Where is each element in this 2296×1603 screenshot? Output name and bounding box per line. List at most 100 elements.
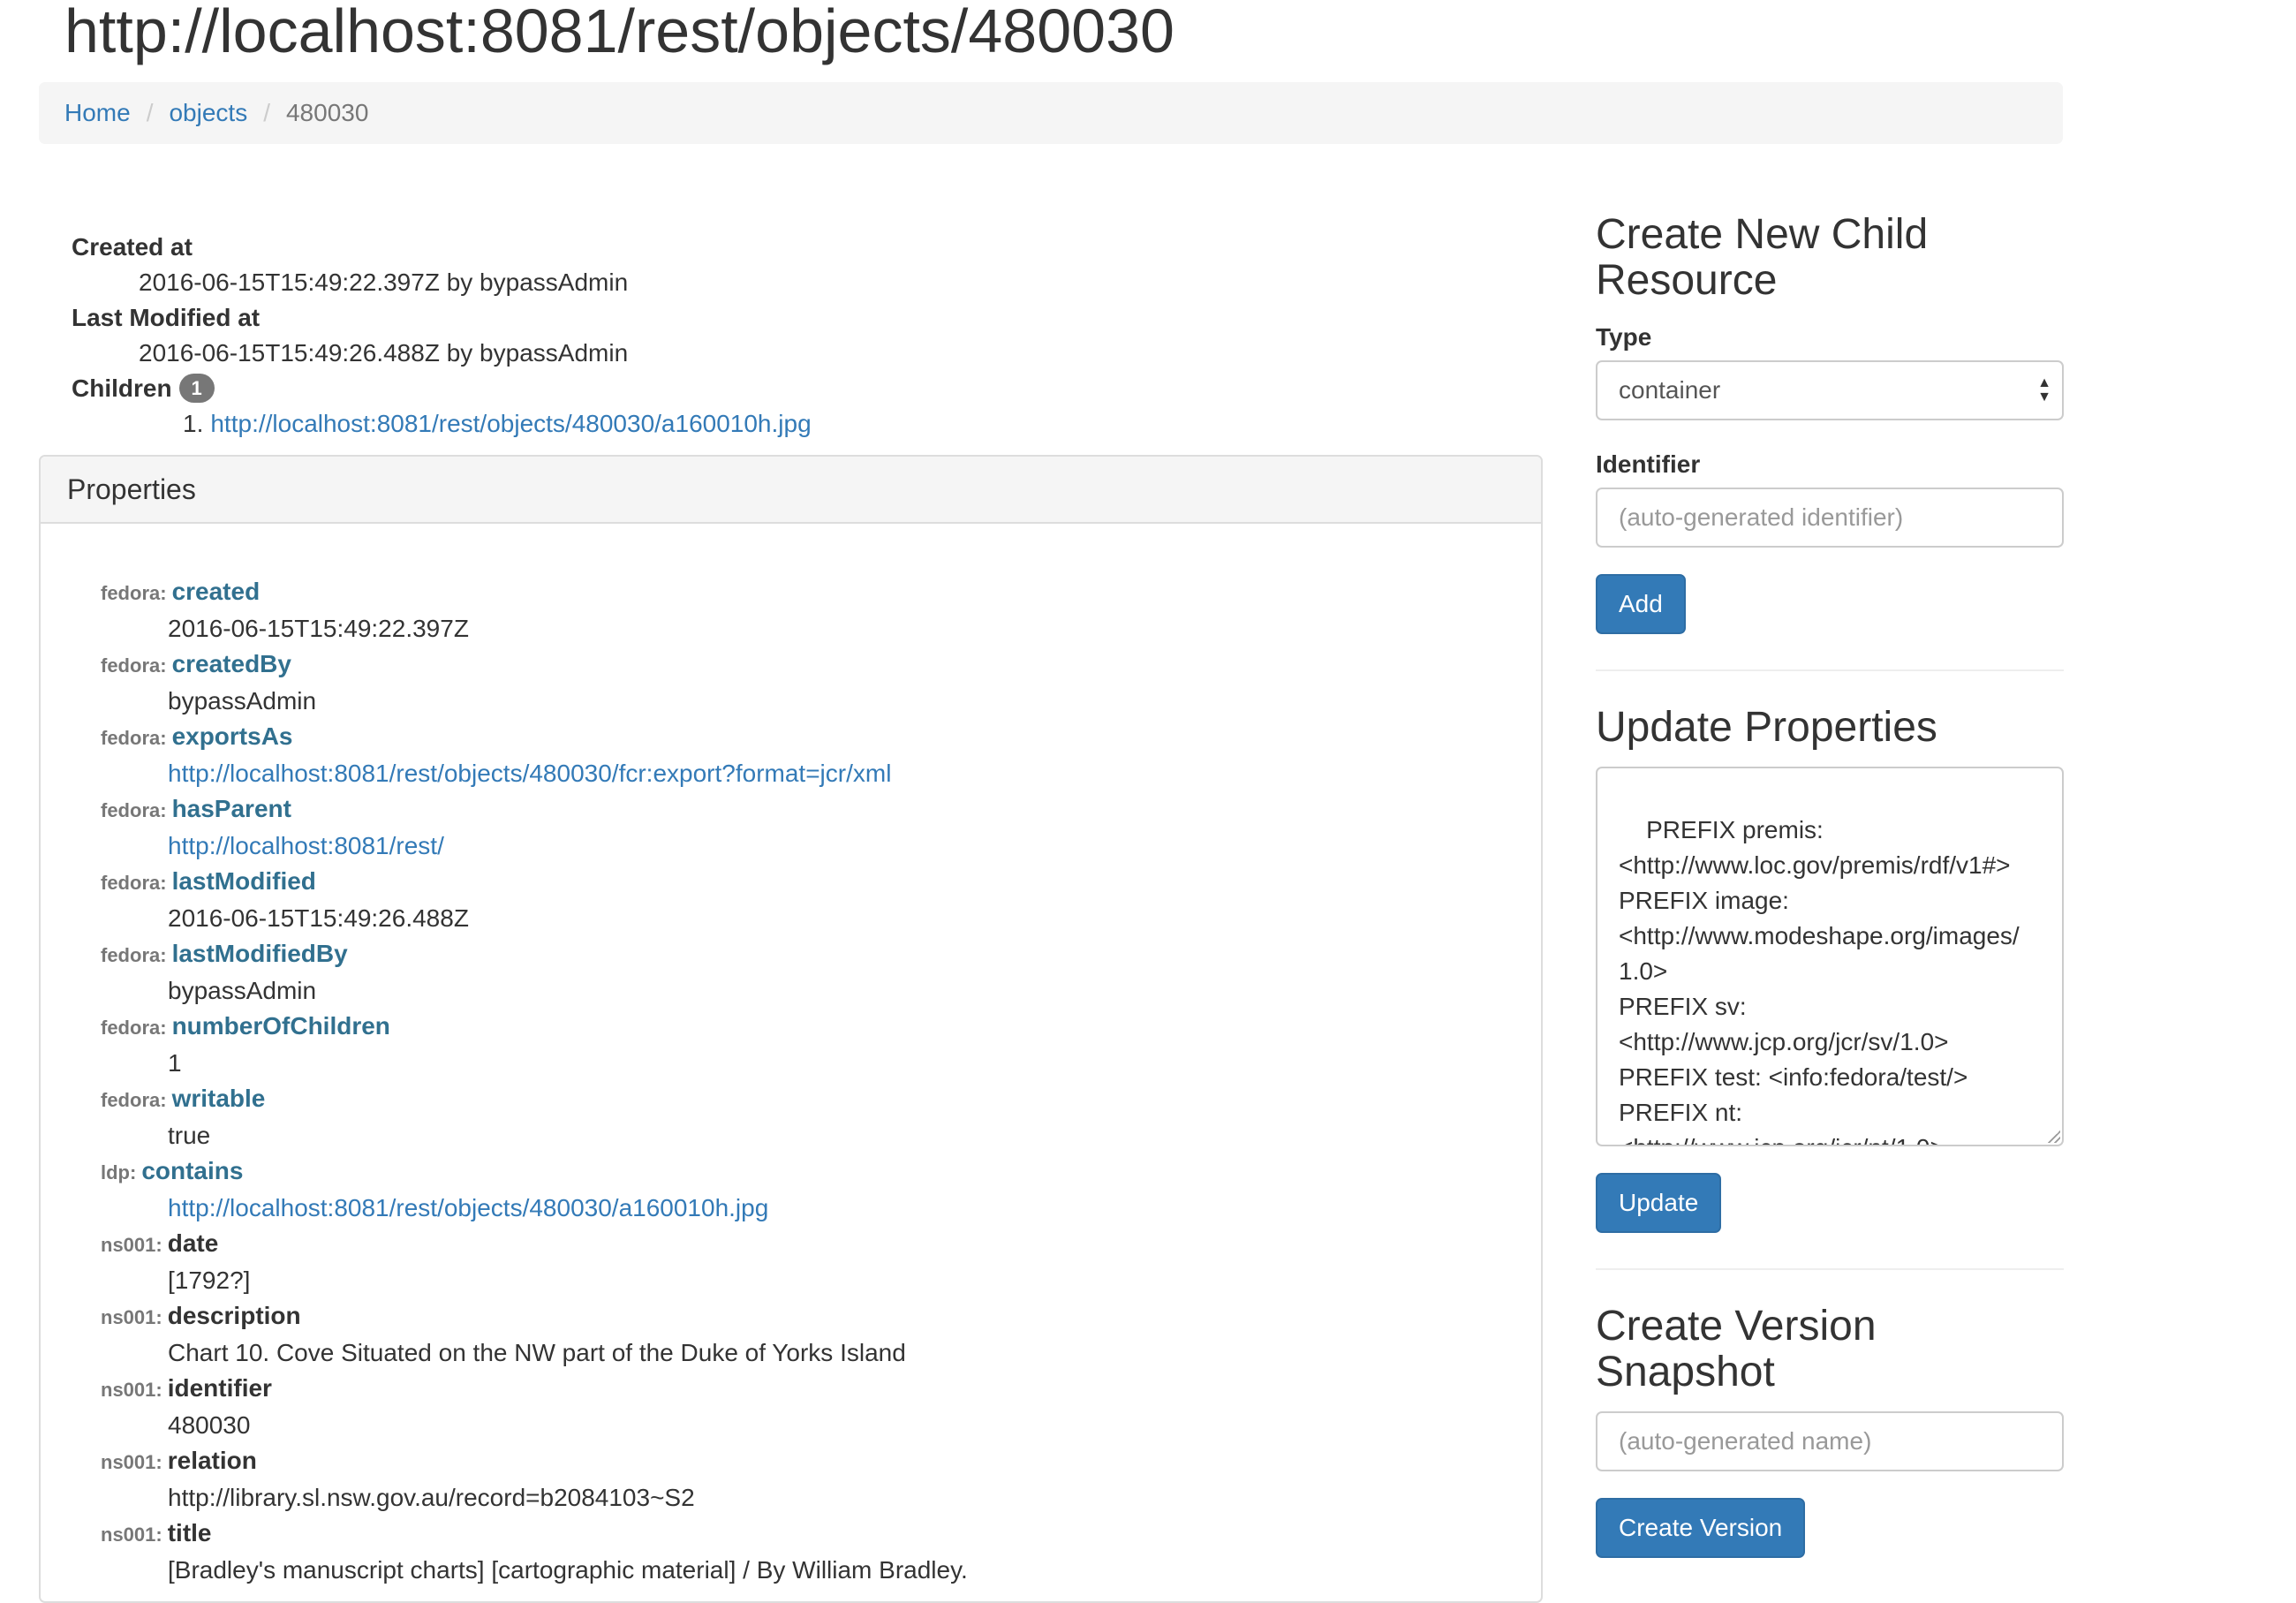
type-select-value: container [1619,376,1721,404]
property-value-row: bypassAdmin [168,684,968,719]
page-title: http://localhost:8081/rest/objects/48003… [64,0,1174,65]
property-name: description [167,1302,301,1329]
property-value-row: http://localhost:8081/rest/objects/48003… [168,756,968,791]
property-value[interactable]: http://localhost:8081/rest/ [168,832,444,859]
identifier-label: Identifier [1596,450,1701,478]
children-label: Children [72,374,172,402]
property-name-row: ns001: title [101,1516,968,1553]
property-value-row: bypassAdmin [168,973,968,1009]
property-name-row: fedora: lastModified [101,864,968,901]
property-name-row: fedora: createdBy [101,646,968,684]
property-name[interactable]: lastModified [172,867,316,895]
property-prefix: fedora: [101,1089,167,1111]
update-properties-heading: Update Properties [1596,704,1937,751]
property-prefix: fedora: [101,727,167,749]
property-prefix: ns001: [101,1234,162,1256]
property-name[interactable]: numberOfChildren [172,1012,390,1040]
property-name-row: ldp: contains [101,1153,968,1191]
property-name-row: ns001: relation [101,1443,968,1480]
modified-label: Last Modified at [72,304,261,331]
property-prefix: fedora: [101,799,167,821]
child-link[interactable]: http://localhost:8081/rest/objects/48003… [210,410,811,437]
property-value: true [168,1122,211,1149]
property-value[interactable]: http://localhost:8081/rest/objects/48003… [168,1194,768,1221]
property-name[interactable]: created [172,578,261,605]
property-prefix: ns001: [101,1451,162,1473]
add-button[interactable]: Add [1596,574,1686,634]
property-name-row: ns001: date [101,1226,968,1263]
resize-grip-icon[interactable] [2048,1130,2060,1143]
property-value[interactable]: http://localhost:8081/rest/objects/48003… [168,760,891,787]
update-button[interactable]: Update [1596,1173,1722,1233]
properties-panel: Properties fedora: created 2016-06-15T15:4… [39,455,1543,1603]
property-name-row: ns001: identifier [101,1371,968,1408]
property-name-row: fedora: created [101,574,968,611]
property-value-row: http://localhost:8081/rest/ [168,828,968,864]
property-name: identifier [167,1374,272,1402]
create-version-heading: Create Version Snapshot [1596,1303,1877,1395]
create-child-heading: Create New Child Resource [1596,211,1929,304]
property-name: date [167,1229,219,1257]
properties-heading: Properties [41,457,1541,524]
property-value-row: 2016-06-15T15:49:22.397Z [168,611,968,646]
property-name-row: fedora: numberOfChildren [101,1009,968,1046]
property-name: relation [167,1447,257,1474]
property-name-row: fedora: writable [101,1081,968,1118]
property-value: bypassAdmin [168,687,317,715]
type-label: Type [1596,323,1652,351]
property-value: http://library.sl.nsw.gov.au/record=b208… [168,1484,695,1511]
property-name[interactable]: exportsAs [172,722,293,750]
create-version-button[interactable]: Create Version [1596,1498,1806,1558]
property-value: bypassAdmin [168,977,317,1004]
property-prefix: fedora: [101,944,167,966]
identifier-input[interactable]: (auto-generated identifier) [1596,488,2064,548]
breadcrumb-home-link[interactable]: Home [64,99,131,127]
property-prefix: fedora: [101,1017,167,1039]
property-prefix: ns001: [101,1379,162,1401]
property-name-row: ns001: description [101,1298,968,1335]
sidebar: Create New Child Resource Type container… [1596,212,2064,1558]
property-prefix: ns001: [101,1524,162,1546]
property-value-row: [Bradley's manuscript charts] [cartograp… [168,1553,968,1588]
created-value: 2016-06-15T15:49:22.397Z by bypassAdmin [139,268,629,296]
property-name-row: fedora: lastModifiedBy [101,936,968,973]
property-value-row: 1 [168,1046,968,1081]
property-prefix: fedora: [101,582,167,604]
child-item: 1. http://localhost:8081/rest/objects/480… [183,406,812,442]
created-label: Created at [72,233,193,261]
type-select[interactable]: container ▲ ▼ [1596,360,2064,420]
property-value: Chart 10. Cove Situated on the NW part o… [168,1339,906,1366]
property-value-row: [1792?] [168,1263,968,1298]
property-name[interactable]: writable [172,1085,266,1112]
breadcrumb-separator: / [263,99,270,126]
property-value: 1 [168,1049,182,1077]
property-value: 2016-06-15T15:49:22.397Z [168,615,469,642]
breadcrumb-separator: / [146,99,154,126]
property-value-row: http://localhost:8081/rest/objects/48003… [168,1191,968,1226]
property-name: title [167,1519,212,1546]
sparql-update-text: PREFIX premis: <http://www.loc.gov/premi… [1619,816,2020,1145]
property-value-row: true [168,1118,968,1153]
property-name[interactable]: hasParent [172,795,291,822]
property-value-row: http://library.sl.nsw.gov.au/record=b208… [168,1480,968,1516]
property-value: [1792?] [168,1267,251,1294]
property-name[interactable]: createdBy [172,650,291,677]
children-count-badge: 1 [178,374,215,403]
children-heading: Children 1 [72,371,812,406]
property-prefix: fedora: [101,654,167,677]
child-number: 1. [183,410,204,437]
property-name-row: fedora: hasParent [101,791,968,828]
version-name-input[interactable]: (auto-generated name) [1596,1411,2064,1471]
divider [1596,669,2064,671]
property-value-row: Chart 10. Cove Situated on the NW part o… [168,1335,968,1371]
breadcrumb-current: 480030 [285,99,369,126]
divider [1596,1268,2064,1270]
property-name[interactable]: contains [141,1157,243,1184]
breadcrumb: Home / objects / 480030 [39,82,2063,144]
breadcrumb-objects-link[interactable]: objects [169,99,247,127]
modified-value: 2016-06-15T15:49:26.488Z by bypassAdmin [139,339,629,367]
property-prefix: ns001: [101,1306,162,1328]
sparql-update-textarea[interactable]: PREFIX premis: <http://www.loc.gov/premi… [1596,767,2064,1146]
property-name[interactable]: lastModifiedBy [172,940,348,967]
property-value: 480030 [168,1411,251,1439]
